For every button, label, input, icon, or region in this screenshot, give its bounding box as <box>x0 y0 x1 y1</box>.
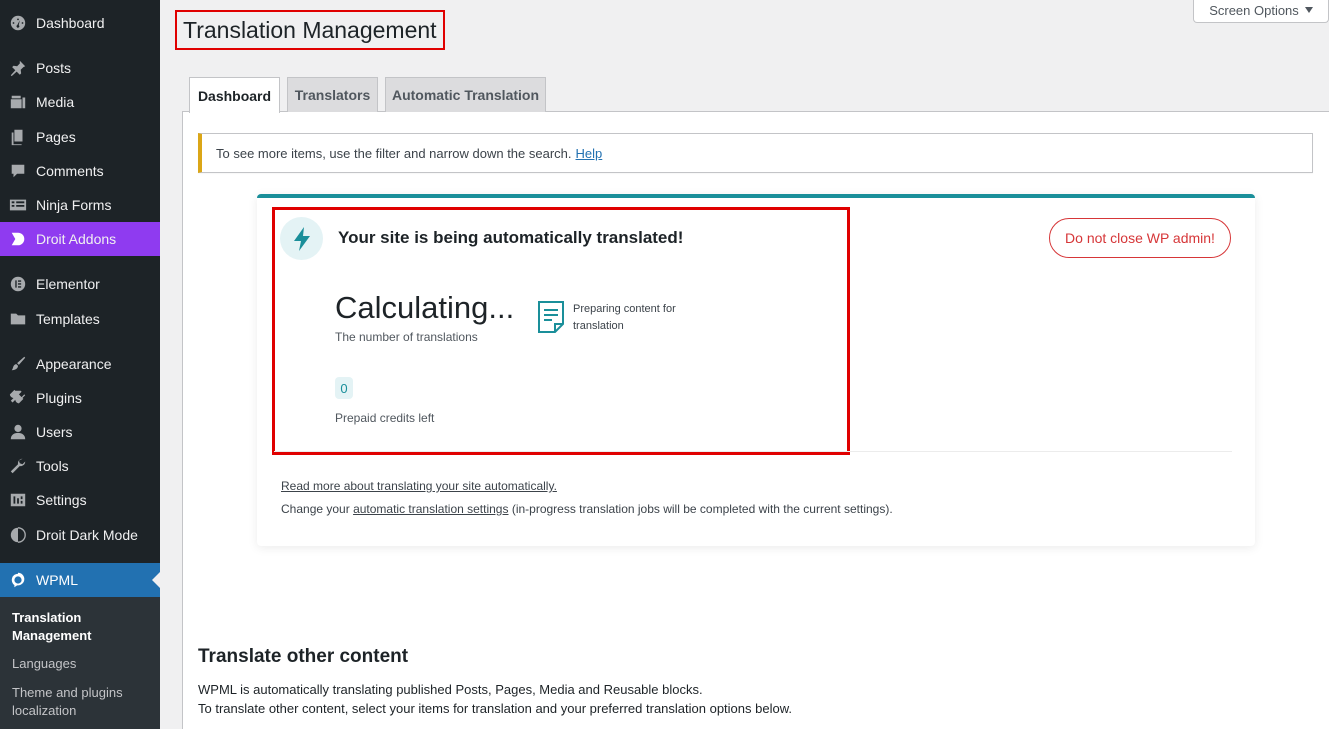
document-icon <box>538 301 564 333</box>
sidebar-item-settings[interactable]: Settings <box>0 483 160 517</box>
wrench-icon <box>0 457 36 475</box>
sidebar-item-label: Posts <box>36 60 72 76</box>
do-not-close-badge: Do not close WP admin! <box>1049 218 1231 258</box>
current-menu-arrow <box>152 572 160 588</box>
sidebar-item-appearance[interactable]: Appearance <box>0 347 160 381</box>
brush-icon <box>0 355 36 373</box>
moon-icon <box>0 526 36 544</box>
change-settings-suffix: (in-progress translation jobs will be co… <box>511 502 893 516</box>
sidebar-item-label: Dashboard <box>36 15 105 31</box>
sidebar-item-ninja-forms[interactable]: Ninja Forms <box>0 188 160 222</box>
submenu-item-translation-management[interactable]: Translation Management <box>12 609 152 645</box>
preparing-status: Preparing content for translation <box>573 303 676 332</box>
notice-text: To see more items, use the filter and na… <box>216 145 572 161</box>
credits-label: Prepaid credits left <box>335 411 435 425</box>
card-divider <box>274 451 1232 452</box>
submenu-item-languages[interactable]: Languages <box>12 655 152 673</box>
user-icon <box>0 423 36 441</box>
sidebar-item-tools[interactable]: Tools <box>0 449 160 483</box>
sidebar-item-droit-addons[interactable]: Droit Addons <box>0 222 160 256</box>
folder-icon <box>0 310 36 328</box>
lightning-icon <box>280 217 323 260</box>
forms-icon <box>0 196 36 214</box>
section-title: Translate other content <box>198 646 409 667</box>
sidebar-item-label: Appearance <box>36 356 112 372</box>
droit-icon <box>0 230 36 248</box>
page-title: Translation Management <box>183 16 437 43</box>
tab-dashboard[interactable]: Dashboard <box>189 77 280 113</box>
sidebar-item-label: Droit Addons <box>36 231 117 247</box>
sidebar-item-label: Media <box>36 94 75 110</box>
pin-icon <box>0 59 36 77</box>
sidebar-item-label: Templates <box>36 311 100 327</box>
credits-value: 0 <box>335 377 353 399</box>
section-instructions: To translate other content, select your … <box>198 701 792 716</box>
sidebar-item-label: WPML <box>36 572 78 588</box>
sidebar-item-label: Pages <box>36 129 76 145</box>
sidebar-item-posts[interactable]: Posts <box>0 51 160 85</box>
read-more-link[interactable]: Read more about translating your site au… <box>281 479 557 493</box>
sidebar-item-label: Plugins <box>36 390 82 406</box>
page-title-highlight: Translation Management <box>175 10 445 50</box>
change-settings-text: Change your automatic translation settin… <box>281 502 893 516</box>
screen-options-label: Screen Options <box>1209 2 1299 18</box>
sidebar-item-label: Comments <box>36 163 104 179</box>
admin-sidebar: Dashboard Posts Media Pages Comments Nin… <box>0 0 160 729</box>
info-notice: To see more items, use the filter and na… <box>198 133 1313 173</box>
automatic-translation-settings-link[interactable]: automatic translation settings <box>353 502 508 516</box>
help-link[interactable]: Help <box>576 146 603 161</box>
sidebar-item-pages[interactable]: Pages <box>0 120 160 154</box>
screen-options-button[interactable]: Screen Options <box>1193 0 1329 23</box>
comments-icon <box>0 162 36 180</box>
submenu-item-theme-plugins-localization[interactable]: Theme and plugins localization <box>12 684 152 720</box>
sidebar-item-comments[interactable]: Comments <box>0 154 160 188</box>
sidebar-item-media[interactable]: Media <box>0 85 160 119</box>
translations-count-label: The number of translations <box>335 330 478 344</box>
sidebar-item-label: Ninja Forms <box>36 197 112 213</box>
dashboard-icon <box>0 14 36 32</box>
sidebar-item-templates[interactable]: Templates <box>0 302 160 336</box>
wpml-icon <box>0 571 36 589</box>
sidebar-item-dashboard[interactable]: Dashboard <box>0 6 160 40</box>
change-settings-prefix: Change your <box>281 502 350 516</box>
section-description: WPML is automatically translating publis… <box>198 682 703 697</box>
settings-icon <box>0 491 36 509</box>
card-heading: Your site is being automatically transla… <box>338 228 684 247</box>
sidebar-item-elementor[interactable]: Elementor <box>0 267 160 301</box>
elementor-icon <box>0 275 36 293</box>
caret-down-icon <box>1304 7 1313 13</box>
sidebar-item-label: Tools <box>36 458 69 474</box>
media-icon <box>0 93 36 111</box>
plugin-icon <box>0 389 36 407</box>
tab-translators[interactable]: Translators <box>287 77 378 112</box>
wpml-submenu: Translation Management Languages Theme a… <box>0 597 160 729</box>
translations-count: Calculating... <box>335 290 515 325</box>
sidebar-item-droit-dark-mode[interactable]: Droit Dark Mode <box>0 518 160 552</box>
sidebar-item-label: Elementor <box>36 276 100 292</box>
sidebar-item-users[interactable]: Users <box>0 415 160 449</box>
sidebar-item-label: Settings <box>36 492 87 508</box>
sidebar-item-label: Users <box>36 424 73 440</box>
tab-automatic-translation[interactable]: Automatic Translation <box>385 77 546 112</box>
sidebar-item-plugins[interactable]: Plugins <box>0 381 160 415</box>
sidebar-item-wpml[interactable]: WPML <box>0 563 160 597</box>
sidebar-item-label: Droit Dark Mode <box>36 527 138 543</box>
pages-icon <box>0 128 36 146</box>
